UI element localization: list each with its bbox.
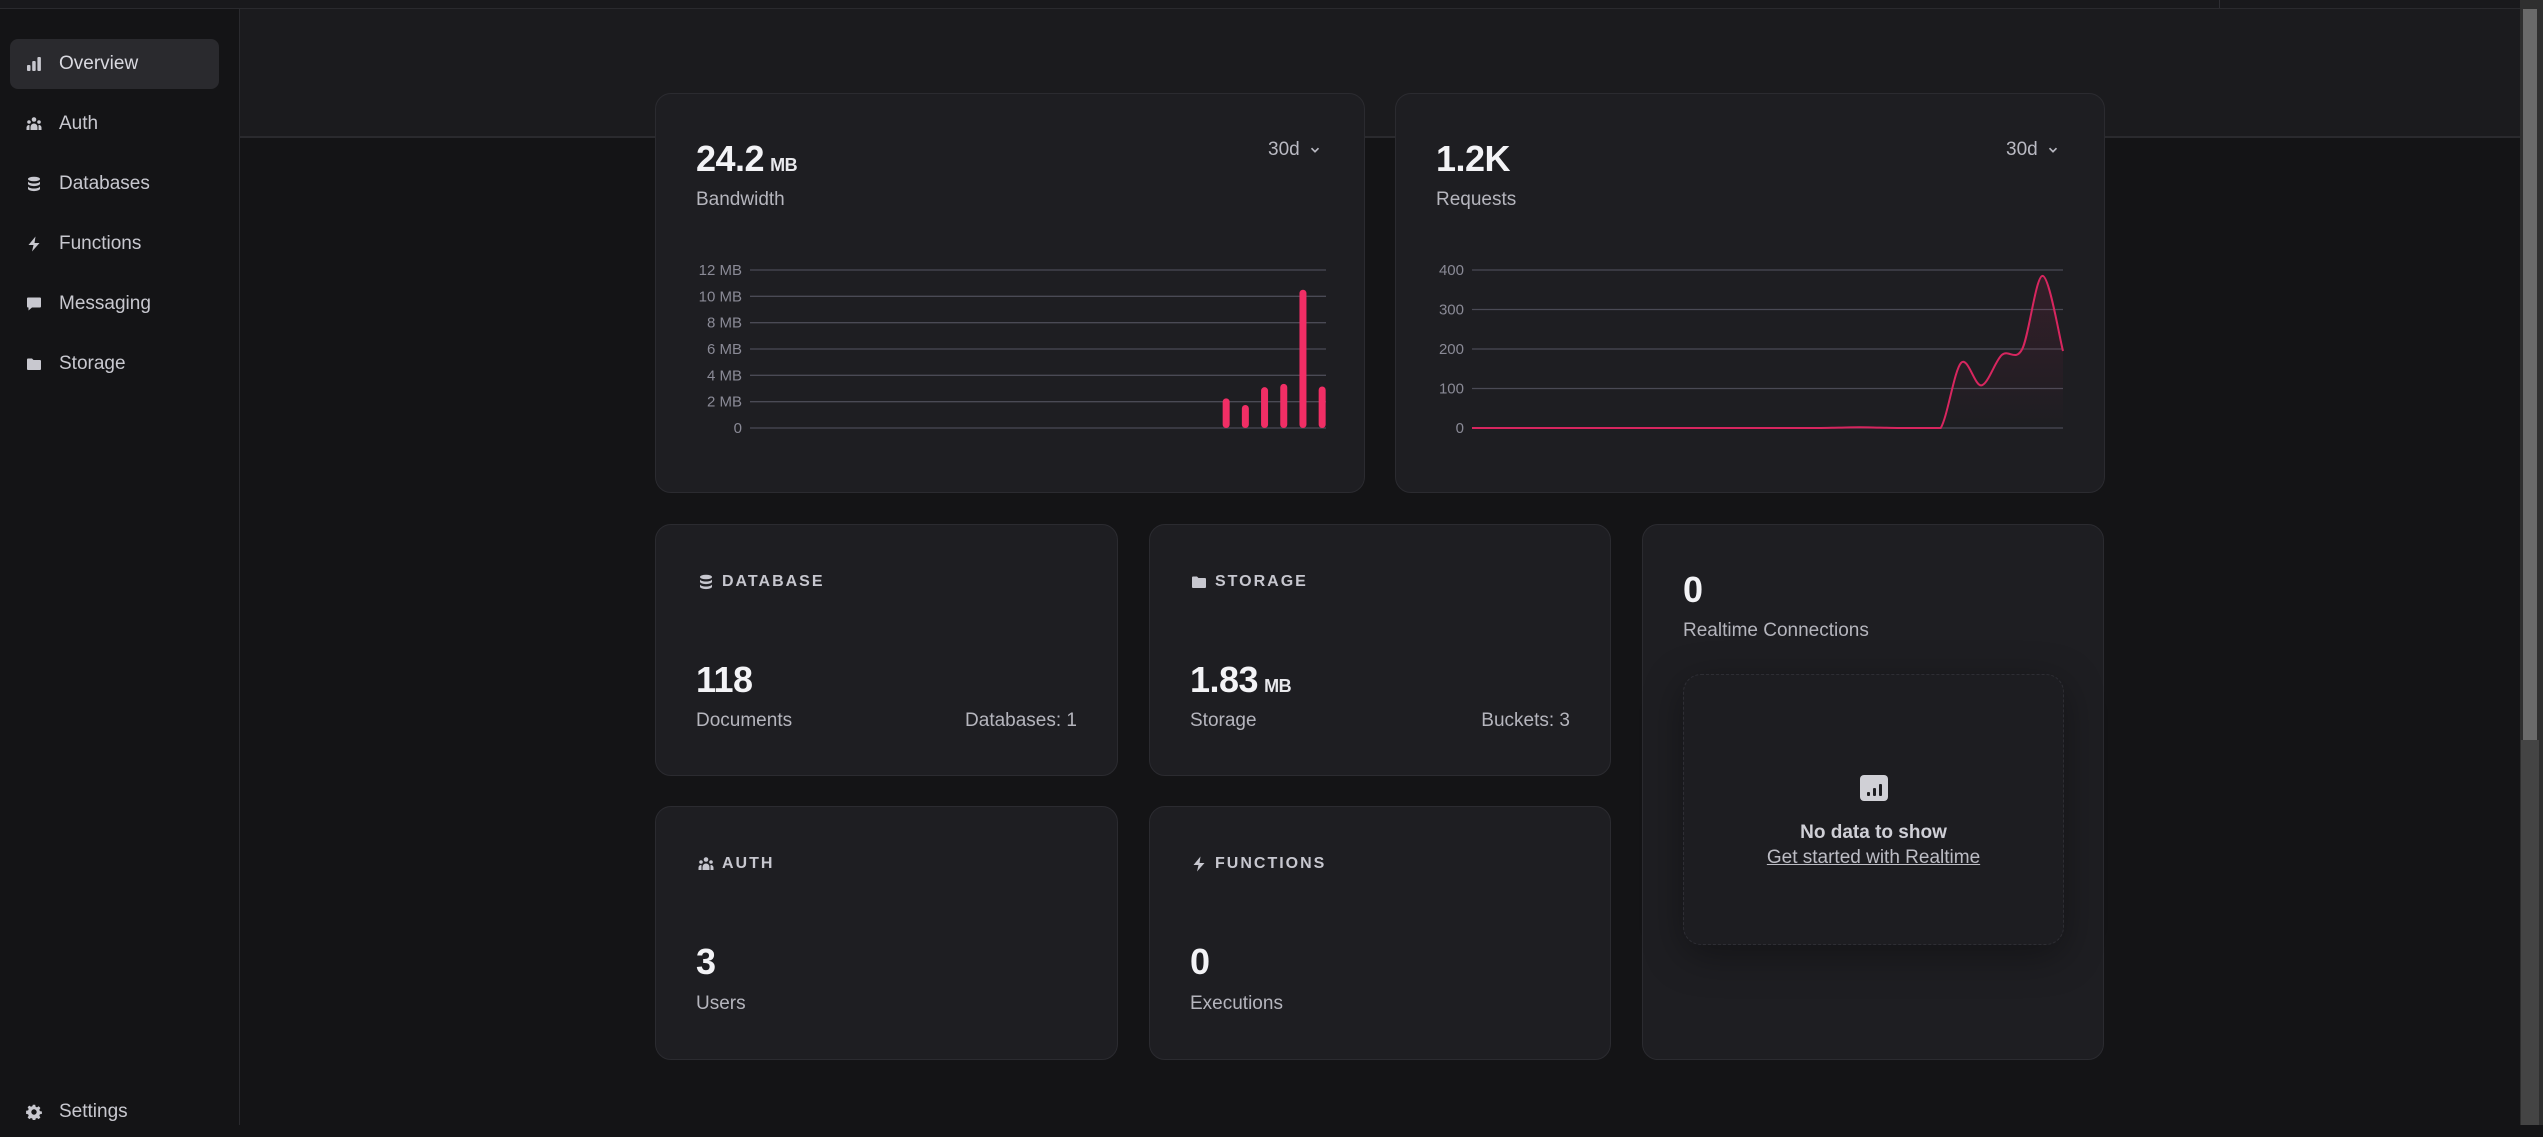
sidebar-item-label: Auth	[59, 113, 99, 134]
bar	[1241, 404, 1249, 428]
auth-card[interactable]: AUTH 3 Users	[655, 806, 1118, 1060]
auth-heading-text: AUTH	[722, 855, 775, 872]
sidebar-item-label: Overview	[59, 53, 139, 74]
executions-count: 0	[1190, 941, 1210, 982]
scrollbar-track-lower	[2521, 740, 2539, 1125]
get-started-realtime-link[interactable]: Get started with Realtime	[1684, 847, 2063, 869]
y-tick-label: 12 MB	[699, 262, 742, 279]
y-tick-label: 8 MB	[707, 315, 742, 332]
sidebar-item-label: Storage	[59, 353, 126, 374]
users-icon	[698, 857, 714, 870]
sidebar-item-databases[interactable]: Databases	[10, 159, 219, 209]
y-tick-label: 100	[1439, 381, 1464, 398]
lightning-icon	[1193, 856, 1205, 872]
empty-state-title: No data to show	[1800, 822, 1947, 843]
chart-bar-icon	[25, 55, 43, 73]
functions-card[interactable]: FUNCTIONS 0 Executions	[1149, 806, 1611, 1060]
sidebar-item-messaging[interactable]: Messaging	[10, 279, 219, 329]
database-icon	[25, 175, 43, 193]
realtime-count: 0	[1683, 569, 1703, 610]
folder-icon	[25, 355, 43, 373]
database-card[interactable]: DATABASE 118 Documents Databases: 1	[655, 524, 1118, 776]
y-tick-label: 4 MB	[707, 367, 742, 384]
storage-label: Storage	[1190, 710, 1257, 731]
y-tick-label: 2 MB	[707, 394, 742, 411]
documents-label: Documents	[696, 710, 793, 731]
y-tick-label: 6 MB	[707, 341, 742, 358]
chat-bubble-icon	[25, 295, 43, 313]
y-tick-label: 0	[734, 420, 742, 437]
sidebar-item-settings[interactable]: Settings	[10, 1087, 219, 1137]
database-heading: DATABASE	[698, 573, 825, 591]
folder-icon	[1192, 576, 1206, 588]
database-icon	[700, 574, 712, 590]
storage-value: 1.83 MB	[1190, 659, 1292, 701]
gear-icon	[25, 1103, 43, 1121]
top-bar	[0, 0, 2520, 9]
buckets-count: Buckets: 3	[1481, 710, 1570, 731]
sidebar-item-label: Databases	[59, 173, 150, 194]
storage-heading: STORAGE	[1191, 573, 1308, 591]
databases-count: Databases: 1	[965, 710, 1077, 731]
scrollbar-thumb[interactable]	[2523, 9, 2537, 740]
auth-heading: AUTH	[698, 855, 774, 873]
documents-count: 118	[696, 659, 753, 700]
chart-bar-icon	[1860, 775, 1888, 801]
top-bar-divider	[2219, 0, 2220, 8]
y-tick-label: 0	[1456, 420, 1464, 437]
bar	[1299, 289, 1307, 428]
users-count: 3	[696, 941, 716, 982]
executions-label: Executions	[1190, 993, 1283, 1014]
bar	[1280, 383, 1288, 428]
sidebar-item-functions[interactable]: Functions	[10, 219, 219, 269]
storage-unit: MB	[1264, 676, 1292, 696]
realtime-label: Realtime Connections	[1683, 620, 1869, 641]
requests-chart: 0 100 200 300 400	[1439, 262, 2064, 437]
users-icon	[25, 115, 43, 133]
users-label: Users	[696, 993, 746, 1014]
sidebar-item-overview[interactable]: Overview	[10, 39, 219, 89]
database-heading-text: DATABASE	[722, 573, 825, 590]
sidebar: Overview Auth Databases Functions Messag…	[0, 9, 240, 1125]
y-tick-label: 10 MB	[699, 288, 742, 305]
sidebar-item-label: Messaging	[59, 293, 151, 314]
page-header	[240, 9, 2520, 138]
functions-heading: FUNCTIONS	[1191, 855, 1326, 873]
sidebar-item-storage[interactable]: Storage	[10, 339, 219, 389]
requests-area	[1472, 275, 2063, 428]
sidebar-item-auth[interactable]: Auth	[10, 99, 219, 149]
realtime-empty-state: No data to show Get started with Realtim…	[1683, 674, 2064, 945]
sidebar-item-label: Functions	[59, 233, 142, 254]
y-tick-label: 200	[1439, 341, 1464, 358]
lightning-icon	[25, 235, 43, 253]
functions-heading-text: FUNCTIONS	[1215, 855, 1327, 872]
y-tick-label: 300	[1439, 302, 1464, 319]
storage-heading-text: STORAGE	[1215, 573, 1308, 590]
bar	[1261, 387, 1269, 428]
bandwidth-chart: 0 2 MB 4 MB 6 MB 8 MB 10 MB 12 MB	[699, 262, 1326, 437]
y-tick-label: 400	[1439, 262, 1464, 279]
bar	[1222, 398, 1230, 428]
bar	[1318, 386, 1326, 428]
storage-number: 1.83	[1190, 659, 1259, 700]
storage-card[interactable]: STORAGE 1.83 MB Storage Buckets: 3	[1149, 524, 1611, 776]
sidebar-item-label: Settings	[59, 1101, 128, 1122]
